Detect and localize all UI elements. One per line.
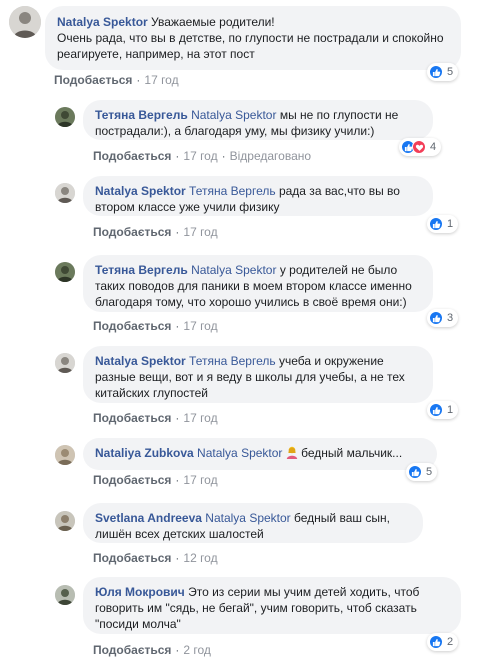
comment-text: Уважаемые родители! [151, 15, 275, 29]
reaction-count: 5 [426, 466, 433, 478]
mention-link[interactable]: Natalya Spektor [197, 446, 282, 460]
comment-bubble: Тетяна Вергель Natalya Spektor у родител… [83, 255, 433, 312]
mention-link[interactable]: Natalya Spektor [191, 263, 276, 277]
avatar[interactable] [55, 585, 75, 605]
love-icon [412, 140, 426, 154]
like-icon [408, 465, 422, 479]
reaction-count: 1 [447, 404, 454, 416]
like-icon [429, 311, 443, 325]
comment-author[interactable]: Юля Мокрович [95, 585, 185, 599]
comment-bubble: Svetlana Andreeva Natalya Spektor бедный… [83, 503, 423, 543]
like-link[interactable]: Подобається [93, 319, 171, 333]
like-link[interactable]: Подобається [93, 411, 171, 425]
reaction-summary[interactable]: 1 [427, 401, 459, 419]
comment-bubble: Тетяна Вергель Natalya Spektor мы не по … [83, 100, 433, 140]
comment-meta: Подобається · 17 год [93, 411, 218, 425]
avatar[interactable] [55, 107, 75, 127]
mention-link[interactable]: Natalya Spektor [191, 108, 276, 122]
reaction-count: 4 [430, 141, 437, 153]
comment-meta: Подобається · 17 год [93, 319, 218, 333]
avatar[interactable] [55, 183, 75, 203]
person-emoji-icon [286, 446, 298, 459]
comment-author[interactable]: Svetlana Andreeva [95, 511, 202, 525]
like-icon [429, 635, 443, 649]
comment-meta: Подобається · 17 год [93, 473, 218, 487]
comment-bubble: Natalya Spektor Тетяна Вергель рада за в… [83, 176, 433, 216]
reaction-summary[interactable]: 5 [427, 63, 459, 81]
avatar[interactable] [55, 445, 75, 465]
comment-author[interactable]: Natalya Spektor [95, 184, 186, 198]
comment-meta: Подобається · 17 год · Відредаговано [93, 149, 312, 163]
reaction-count: 3 [447, 312, 454, 324]
comment-age[interactable]: 17 год [183, 473, 217, 487]
like-link[interactable]: Подобається [93, 149, 171, 163]
like-icon [429, 65, 443, 79]
edited-label[interactable]: Відредаговано [230, 149, 311, 163]
like-link[interactable]: Подобається [93, 551, 171, 565]
comment-author[interactable]: Nataliya Zubkova [95, 446, 194, 460]
mention-link[interactable]: Natalya Spektor [205, 511, 290, 525]
reaction-count: 1 [447, 218, 454, 230]
comment-age[interactable]: 17 год [183, 319, 217, 333]
reaction-summary[interactable]: 5 [406, 463, 438, 481]
comment-age[interactable]: 17 год [183, 411, 217, 425]
comment-bubble: Nataliya Zubkova Natalya Spektor бедный … [83, 438, 437, 470]
comment-bubble: Юля Мокрович Это из серии мы учим детей … [83, 577, 461, 634]
reaction-count: 2 [447, 636, 454, 648]
avatar[interactable] [55, 262, 75, 282]
comment-meta: Подобається · 12 год [93, 551, 218, 565]
mention-link[interactable]: Тетяна Вергель [189, 354, 276, 368]
comment-text: бедный мальчик... [301, 446, 403, 460]
comment-age[interactable]: 12 год [183, 551, 217, 565]
like-link[interactable]: Подобається [93, 473, 171, 487]
comment-text-continued: Очень рада, что вы в детстве, по глупост… [57, 31, 444, 61]
reaction-count: 5 [447, 66, 454, 78]
comment-meta: Подобається · 2 год [93, 643, 211, 657]
like-link[interactable]: Подобається [54, 73, 132, 87]
comment-age[interactable]: 17 год [183, 225, 217, 239]
comment-author[interactable]: Тетяна Вергель [95, 263, 188, 277]
comment-author[interactable]: Тетяна Вергель [95, 108, 188, 122]
comment-age[interactable]: 2 год [183, 643, 211, 657]
like-link[interactable]: Подобається [93, 225, 171, 239]
avatar[interactable] [55, 511, 75, 531]
mention-link[interactable]: Тетяна Вергель [189, 184, 276, 198]
reaction-summary[interactable]: 1 [427, 215, 459, 233]
reaction-summary[interactable]: 4 [399, 138, 442, 156]
comment-author[interactable]: Natalya Spektor [57, 15, 148, 29]
like-link[interactable]: Подобається [93, 643, 171, 657]
avatar[interactable] [55, 353, 75, 373]
like-icon [429, 217, 443, 231]
comment-age[interactable]: 17 год [183, 149, 217, 163]
reaction-summary[interactable]: 3 [427, 309, 459, 327]
comment-meta: Подобається · 17 год [54, 73, 179, 87]
comment-age[interactable]: 17 год [144, 73, 178, 87]
like-icon [429, 403, 443, 417]
comment-bubble: Natalya Spektor Тетяна Вергель учеба и о… [83, 346, 433, 403]
reaction-summary[interactable]: 2 [427, 633, 459, 651]
comment-author[interactable]: Natalya Spektor [95, 354, 186, 368]
comment-meta: Подобається · 17 год [93, 225, 218, 239]
avatar[interactable] [9, 6, 41, 38]
comment-bubble: Natalya Spektor Уважаемые родители! Очен… [45, 6, 461, 70]
